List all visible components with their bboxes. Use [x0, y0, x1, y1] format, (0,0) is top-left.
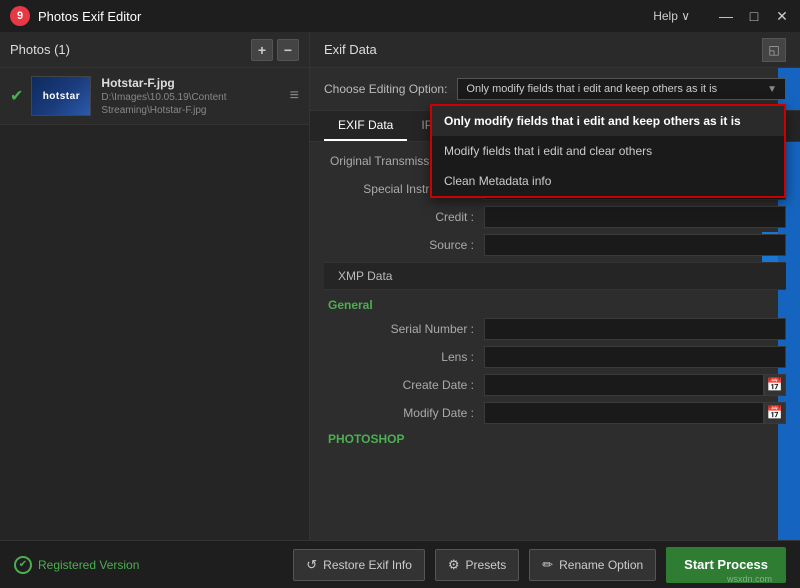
minimize-button[interactable]: — — [718, 8, 734, 24]
lens-label: Lens : — [324, 350, 484, 364]
add-photo-button[interactable]: + — [251, 39, 273, 61]
create-date-calendar-icon[interactable]: 📅 — [764, 374, 786, 396]
restore-exif-button[interactable]: ↺ Restore Exif Info — [293, 549, 425, 581]
photo-check-icon: ✔ — [10, 86, 23, 106]
general-section-title: General — [324, 298, 786, 312]
xmp-section-title: XMP Data — [338, 269, 392, 283]
create-date-label: Create Date : — [324, 378, 484, 392]
help-button[interactable]: Help ∨ — [653, 9, 690, 23]
watermark: wsxdn.com — [727, 574, 772, 584]
right-corner-button[interactable]: ◱ — [762, 38, 786, 62]
app-title: Photos Exif Editor — [38, 9, 653, 24]
editing-option-select[interactable]: Only modify fields that i edit and keep … — [457, 78, 786, 100]
photos-panel-title: Photos (1) — [10, 42, 70, 57]
rename-option-button[interactable]: ✏ Rename Option — [529, 549, 656, 581]
editing-option-row: Choose Editing Option: Only modify field… — [310, 68, 800, 111]
photo-thumb-inner: hotstar — [32, 77, 90, 115]
select-arrow-icon: ▼ — [767, 84, 777, 95]
hotstar-logo-text: hotstar — [43, 91, 80, 102]
exif-data-title: Exif Data — [324, 42, 377, 57]
form-area: Original Transmission Ref : Special Inst… — [310, 142, 800, 540]
right-panel: Exif Data ◱ Choose Editing Option: Only … — [310, 32, 800, 540]
create-date-row: Create Date : 📅 — [324, 374, 786, 396]
modify-date-row: Modify Date : 📅 — [324, 402, 786, 424]
dropdown-item-2[interactable]: Modify fields that i edit and clear othe… — [432, 136, 784, 166]
titlebar: 9 Photos Exif Editor Help ∨ — □ ✕ — [0, 0, 800, 32]
source-input[interactable] — [484, 234, 786, 256]
main-layout: Photos (1) + − ✔ hotstar Hotstar-F.jpg D… — [0, 32, 800, 540]
maximize-button[interactable]: □ — [746, 8, 762, 24]
modify-date-calendar-icon[interactable]: 📅 — [764, 402, 786, 424]
registered-label: Registered Version — [38, 558, 139, 572]
modify-date-label: Modify Date : — [324, 406, 484, 420]
app-logo: 9 — [10, 6, 30, 26]
presets-label: Presets — [466, 558, 507, 572]
editing-option-label: Choose Editing Option: — [324, 82, 447, 96]
photo-item[interactable]: ✔ hotstar Hotstar-F.jpg D:\Images\10.05.… — [0, 68, 309, 125]
photo-path2: Streaming\Hotstar-F.jpg — [101, 105, 289, 116]
registered-badge: ✔ Registered Version — [14, 556, 139, 574]
rename-icon: ✏ — [542, 557, 553, 573]
credit-input[interactable] — [484, 206, 786, 228]
photos-header-buttons: + − — [251, 39, 299, 61]
left-panel: Photos (1) + − ✔ hotstar Hotstar-F.jpg D… — [0, 32, 310, 540]
photos-panel-header: Photos (1) + − — [0, 32, 309, 68]
presets-icon: ⚙ — [448, 557, 460, 573]
serial-number-row: Serial Number : — [324, 318, 786, 340]
editing-option-dropdown[interactable]: Only modify fields that i edit and keep … — [430, 104, 786, 198]
titlebar-controls: Help ∨ — □ ✕ — [653, 8, 790, 24]
restore-label: Restore Exif Info — [323, 558, 412, 572]
dropdown-item-1[interactable]: Only modify fields that i edit and keep … — [432, 106, 784, 136]
xmp-section-header: XMP Data — [324, 262, 786, 290]
create-date-field: 📅 — [484, 374, 786, 396]
presets-button[interactable]: ⚙ Presets — [435, 549, 519, 581]
tab-exif-data[interactable]: EXIF Data — [324, 111, 407, 141]
close-button[interactable]: ✕ — [774, 8, 790, 24]
photo-info: Hotstar-F.jpg D:\Images\10.05.19\Content… — [101, 76, 289, 116]
create-date-input[interactable] — [484, 374, 764, 396]
photo-menu-icon[interactable]: ≡ — [290, 87, 299, 105]
editing-option-value: Only modify fields that i edit and keep … — [466, 83, 717, 95]
bottom-bar: ✔ Registered Version ↺ Restore Exif Info… — [0, 540, 800, 588]
rename-label: Rename Option — [559, 558, 643, 572]
source-label: Source : — [324, 238, 484, 252]
right-panel-header: Exif Data ◱ — [310, 32, 800, 68]
lens-row: Lens : — [324, 346, 786, 368]
photo-thumbnail: hotstar — [31, 76, 91, 116]
credit-row: Credit : — [324, 206, 786, 228]
serial-number-input[interactable] — [484, 318, 786, 340]
serial-number-label: Serial Number : — [324, 322, 484, 336]
source-row: Source : — [324, 234, 786, 256]
photo-path: D:\Images\10.05.19\Content — [101, 92, 289, 103]
photo-name: Hotstar-F.jpg — [101, 76, 289, 90]
credit-label: Credit : — [324, 210, 484, 224]
registered-icon: ✔ — [14, 556, 32, 574]
lens-input[interactable] — [484, 346, 786, 368]
modify-date-field: 📅 — [484, 402, 786, 424]
restore-icon: ↺ — [306, 557, 317, 573]
modify-date-input[interactable] — [484, 402, 764, 424]
photoshop-section-title: PHOTOSHOP — [324, 432, 786, 446]
remove-photo-button[interactable]: − — [277, 39, 299, 61]
dropdown-item-3[interactable]: Clean Metadata info — [432, 166, 784, 196]
